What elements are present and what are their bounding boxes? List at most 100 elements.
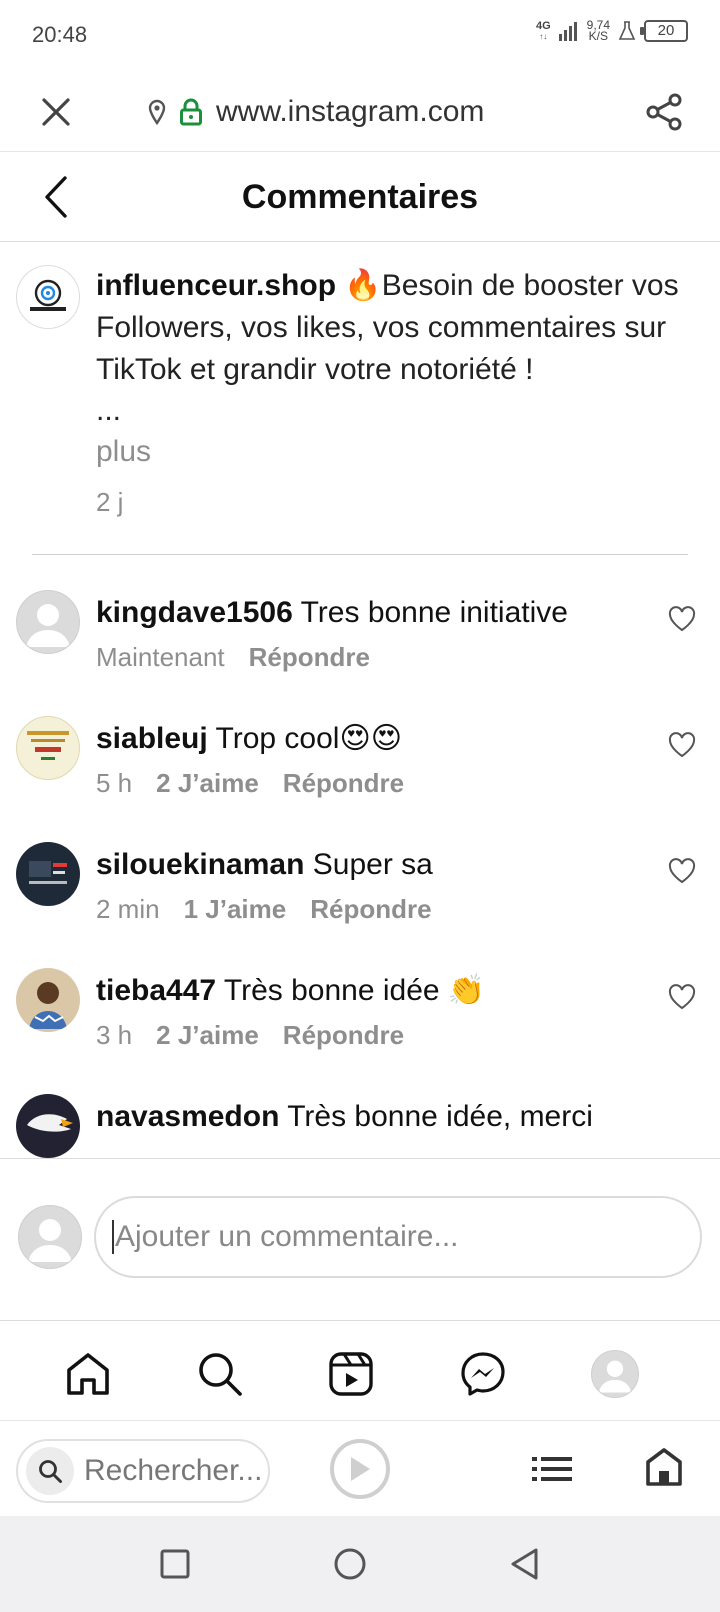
flask-icon: [618, 21, 636, 40]
square-icon: [160, 1549, 190, 1579]
comment-meta: 5 h 2 J’aime Répondre: [96, 768, 404, 799]
comment-input[interactable]: Ajouter un commentaire...: [94, 1196, 702, 1278]
browser-search-placeholder: Rechercher...: [84, 1454, 263, 1487]
poster-avatar-icon: [29, 861, 67, 884]
reply-button[interactable]: Répondre: [310, 894, 431, 925]
share-button[interactable]: [642, 90, 686, 134]
comment-item: kingdave1506 Tres bonne initiative Maint…: [16, 590, 706, 696]
text-caret: [112, 1220, 114, 1254]
avatar[interactable]: [16, 716, 80, 780]
avatar[interactable]: [16, 590, 80, 654]
instagram-nav-bar: [0, 1320, 720, 1420]
status-time: 20:48: [32, 22, 88, 47]
heart-icon[interactable]: [668, 984, 696, 1010]
nav-home[interactable]: [63, 1349, 113, 1399]
back-nav-button[interactable]: [504, 1544, 544, 1584]
comment-text: siableuj Trop cool😍😍: [96, 722, 403, 755]
reply-button[interactable]: Répondre: [283, 768, 404, 799]
comment-time: 2 min: [96, 894, 160, 924]
fire-emoji: 🔥: [344, 269, 382, 302]
comment-username[interactable]: siableuj: [96, 722, 208, 755]
nav-profile[interactable]: [590, 1349, 640, 1399]
circle-icon: [334, 1548, 366, 1580]
browser-toolbar: www.instagram.com: [0, 72, 720, 152]
network-speed: 9,74 K/S: [586, 18, 610, 43]
status-icons: 4G ↑↓ 9,74 K/S 20: [535, 18, 688, 43]
location-icon: [148, 99, 166, 125]
browser-bottom-bar: Rechercher...: [0, 1420, 720, 1516]
comment-time: 3 h: [96, 1020, 133, 1050]
address-bar[interactable]: www.instagram.com: [148, 90, 484, 134]
comment-placeholder: Ajouter un commentaire...: [115, 1220, 459, 1253]
status-bar: 20:48 4G ↑↓ 9,74 K/S 20: [0, 0, 720, 72]
comment-username[interactable]: tieba447: [96, 974, 216, 1007]
avatar[interactable]: [16, 265, 80, 329]
home-icon: [646, 1448, 682, 1486]
comment-text: silouekinaman Super sa: [96, 848, 433, 881]
caption-ellipsis: ...: [96, 394, 122, 427]
page-header: Commentaires: [0, 152, 720, 242]
play-button[interactable]: [330, 1439, 390, 1499]
search-icon: [199, 1353, 242, 1396]
signal-icon: [558, 22, 577, 41]
more-link[interactable]: plus: [96, 431, 706, 473]
reply-button[interactable]: Répondre: [249, 642, 370, 673]
comment-text: navasmedon Très bonne idée, merci: [96, 1100, 593, 1133]
comment-text: tieba447 Très bonne idée 👏: [96, 974, 486, 1007]
influenceur-logo-icon: [30, 279, 66, 311]
home-icon: [67, 1353, 109, 1395]
likes-count[interactable]: 2 J’aime: [156, 1020, 259, 1051]
likes-count[interactable]: 1 J’aime: [184, 894, 287, 925]
profile-icon: [598, 1360, 632, 1393]
browser-search-bar[interactable]: Rechercher...: [16, 1439, 270, 1503]
triangle-back-icon: [511, 1548, 538, 1580]
page-title: Commentaires: [241, 178, 479, 216]
avatar[interactable]: [16, 1094, 80, 1158]
list-icon: [532, 1457, 572, 1481]
default-avatar-icon: [28, 1219, 72, 1262]
comment-time: Maintenant: [96, 642, 225, 672]
reels-icon: [329, 1352, 373, 1396]
browser-home-button[interactable]: [642, 1443, 686, 1491]
battery-icon: 20: [640, 20, 688, 42]
comment-meta: 2 min 1 J’aime Répondre: [96, 894, 432, 925]
recents-button[interactable]: [155, 1544, 195, 1584]
comment-time: 5 h: [96, 768, 133, 798]
poster-avatar-icon: [27, 731, 69, 760]
search-icon: [26, 1447, 74, 1495]
reply-button[interactable]: Répondre: [283, 1020, 404, 1051]
url-text: www.instagram.com: [216, 95, 485, 128]
comment-username[interactable]: navasmedon: [96, 1100, 279, 1133]
nav-messenger[interactable]: [458, 1349, 508, 1399]
comment-username[interactable]: silouekinaman: [96, 848, 304, 881]
heart-icon[interactable]: [668, 732, 696, 758]
eagle-avatar-icon: [27, 1114, 73, 1132]
play-icon: [351, 1457, 370, 1481]
comment-username[interactable]: kingdave1506: [96, 596, 293, 629]
nav-search[interactable]: [195, 1349, 245, 1399]
lock-icon: [180, 98, 202, 126]
comment-composer: Ajouter un commentaire...: [0, 1158, 720, 1320]
heart-icon[interactable]: [668, 858, 696, 884]
messenger-icon: [461, 1352, 505, 1396]
close-button[interactable]: [36, 92, 76, 132]
comment-meta: 3 h 2 J’aime Répondre: [96, 1020, 404, 1051]
heart-icon[interactable]: [668, 606, 696, 632]
comment-item: siableuj Trop cool😍😍 5 h 2 J’aime Répond…: [16, 716, 706, 822]
caption-username[interactable]: influenceur.shop: [96, 269, 336, 302]
nav-reels[interactable]: [326, 1349, 376, 1399]
home-button[interactable]: [330, 1544, 370, 1584]
avatar[interactable]: [16, 968, 80, 1032]
comment-item: tieba447 Très bonne idée 👏 3 h 2 J’aime …: [16, 968, 706, 1074]
avatar[interactable]: [16, 842, 80, 906]
comment-meta: Maintenant Répondre: [96, 642, 370, 673]
person-photo-icon: [29, 982, 67, 1029]
network-type: 4G ↑↓: [535, 19, 551, 41]
my-avatar: [18, 1205, 82, 1269]
divider: [32, 554, 688, 555]
default-avatar-icon: [26, 604, 70, 647]
tabs-menu-button[interactable]: [530, 1447, 574, 1491]
likes-count[interactable]: 2 J’aime: [156, 768, 259, 799]
system-nav-bar: [0, 1516, 720, 1612]
comment-text: kingdave1506 Tres bonne initiative: [96, 596, 568, 629]
